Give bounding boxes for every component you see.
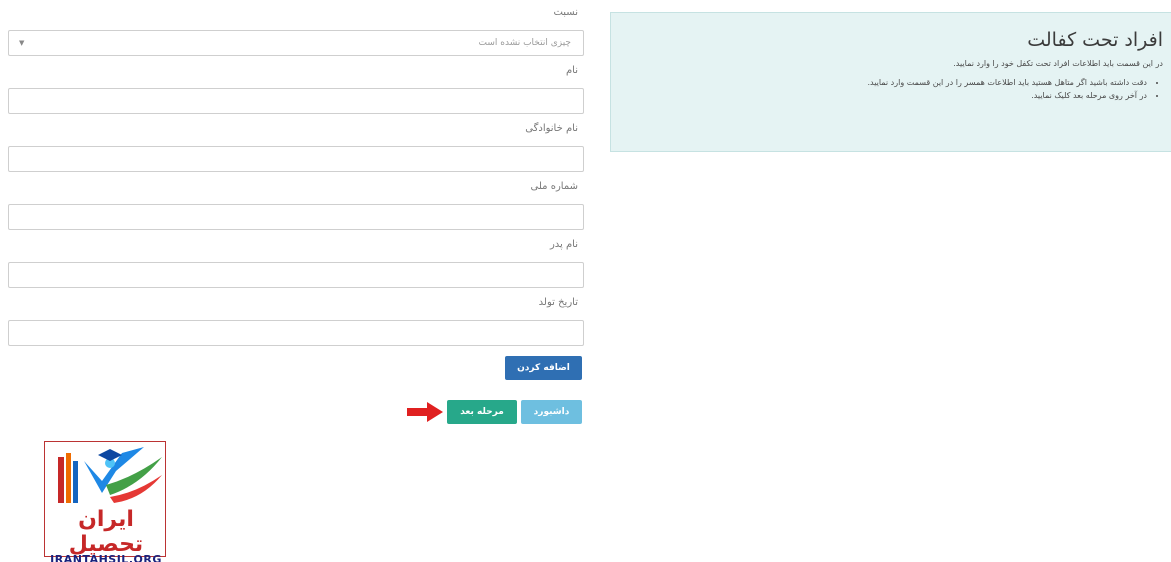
next-step-button[interactable]: مرحله بعد bbox=[447, 400, 517, 424]
first-name-label: نام bbox=[565, 65, 578, 76]
birth-date-label: تاریخ تولد bbox=[538, 297, 578, 308]
relation-label: نسبت bbox=[553, 7, 578, 18]
info-bullet: در آخر روی مرحله بعد کلیک نمایید. bbox=[621, 91, 1147, 100]
red-arrow-icon bbox=[407, 402, 443, 422]
logo-subtitle: IRANTAHSIL.ORG bbox=[50, 553, 162, 562]
father-name-label: نام پدر bbox=[549, 239, 578, 250]
first-name-input[interactable] bbox=[8, 88, 584, 114]
book-graduation-icon bbox=[58, 447, 162, 503]
birth-date-input[interactable] bbox=[8, 320, 584, 346]
info-intro: در این قسمت باید اطلاعات افراد تحت تکفل … bbox=[953, 59, 1163, 68]
add-button[interactable]: اضافه کردن bbox=[505, 356, 582, 380]
info-list: دقت داشته باشید اگر متاهل هستید باید اطل… bbox=[621, 78, 1163, 100]
relation-select[interactable]: چیزی انتخاب نشده است ▼ bbox=[8, 30, 584, 56]
logo-text: ایران تحصیل bbox=[68, 507, 144, 557]
watermark-logo: ایران تحصیل IRANTAHSIL.ORG bbox=[44, 441, 168, 562]
father-name-input[interactable] bbox=[8, 262, 584, 288]
info-panel: افراد تحت کفالت در این قسمت باید اطلاعات… bbox=[610, 12, 1171, 152]
national-id-input[interactable] bbox=[8, 204, 584, 230]
relation-select-value: چیزی انتخاب نشده است bbox=[478, 38, 571, 48]
national-id-label: شماره ملی bbox=[530, 181, 578, 192]
page-title: افراد تحت کفالت bbox=[1027, 29, 1163, 51]
dependents-form: نسبت چیزی انتخاب نشده است ▼ نام نام خانو… bbox=[8, 6, 584, 354]
dashboard-button[interactable]: داشبورد bbox=[521, 400, 582, 424]
chevron-down-icon: ▼ bbox=[19, 39, 25, 47]
info-bullet: دقت داشته باشید اگر متاهل هستید باید اطل… bbox=[621, 78, 1147, 87]
last-name-label: نام خانوادگی bbox=[525, 123, 578, 134]
last-name-input[interactable] bbox=[8, 146, 584, 172]
